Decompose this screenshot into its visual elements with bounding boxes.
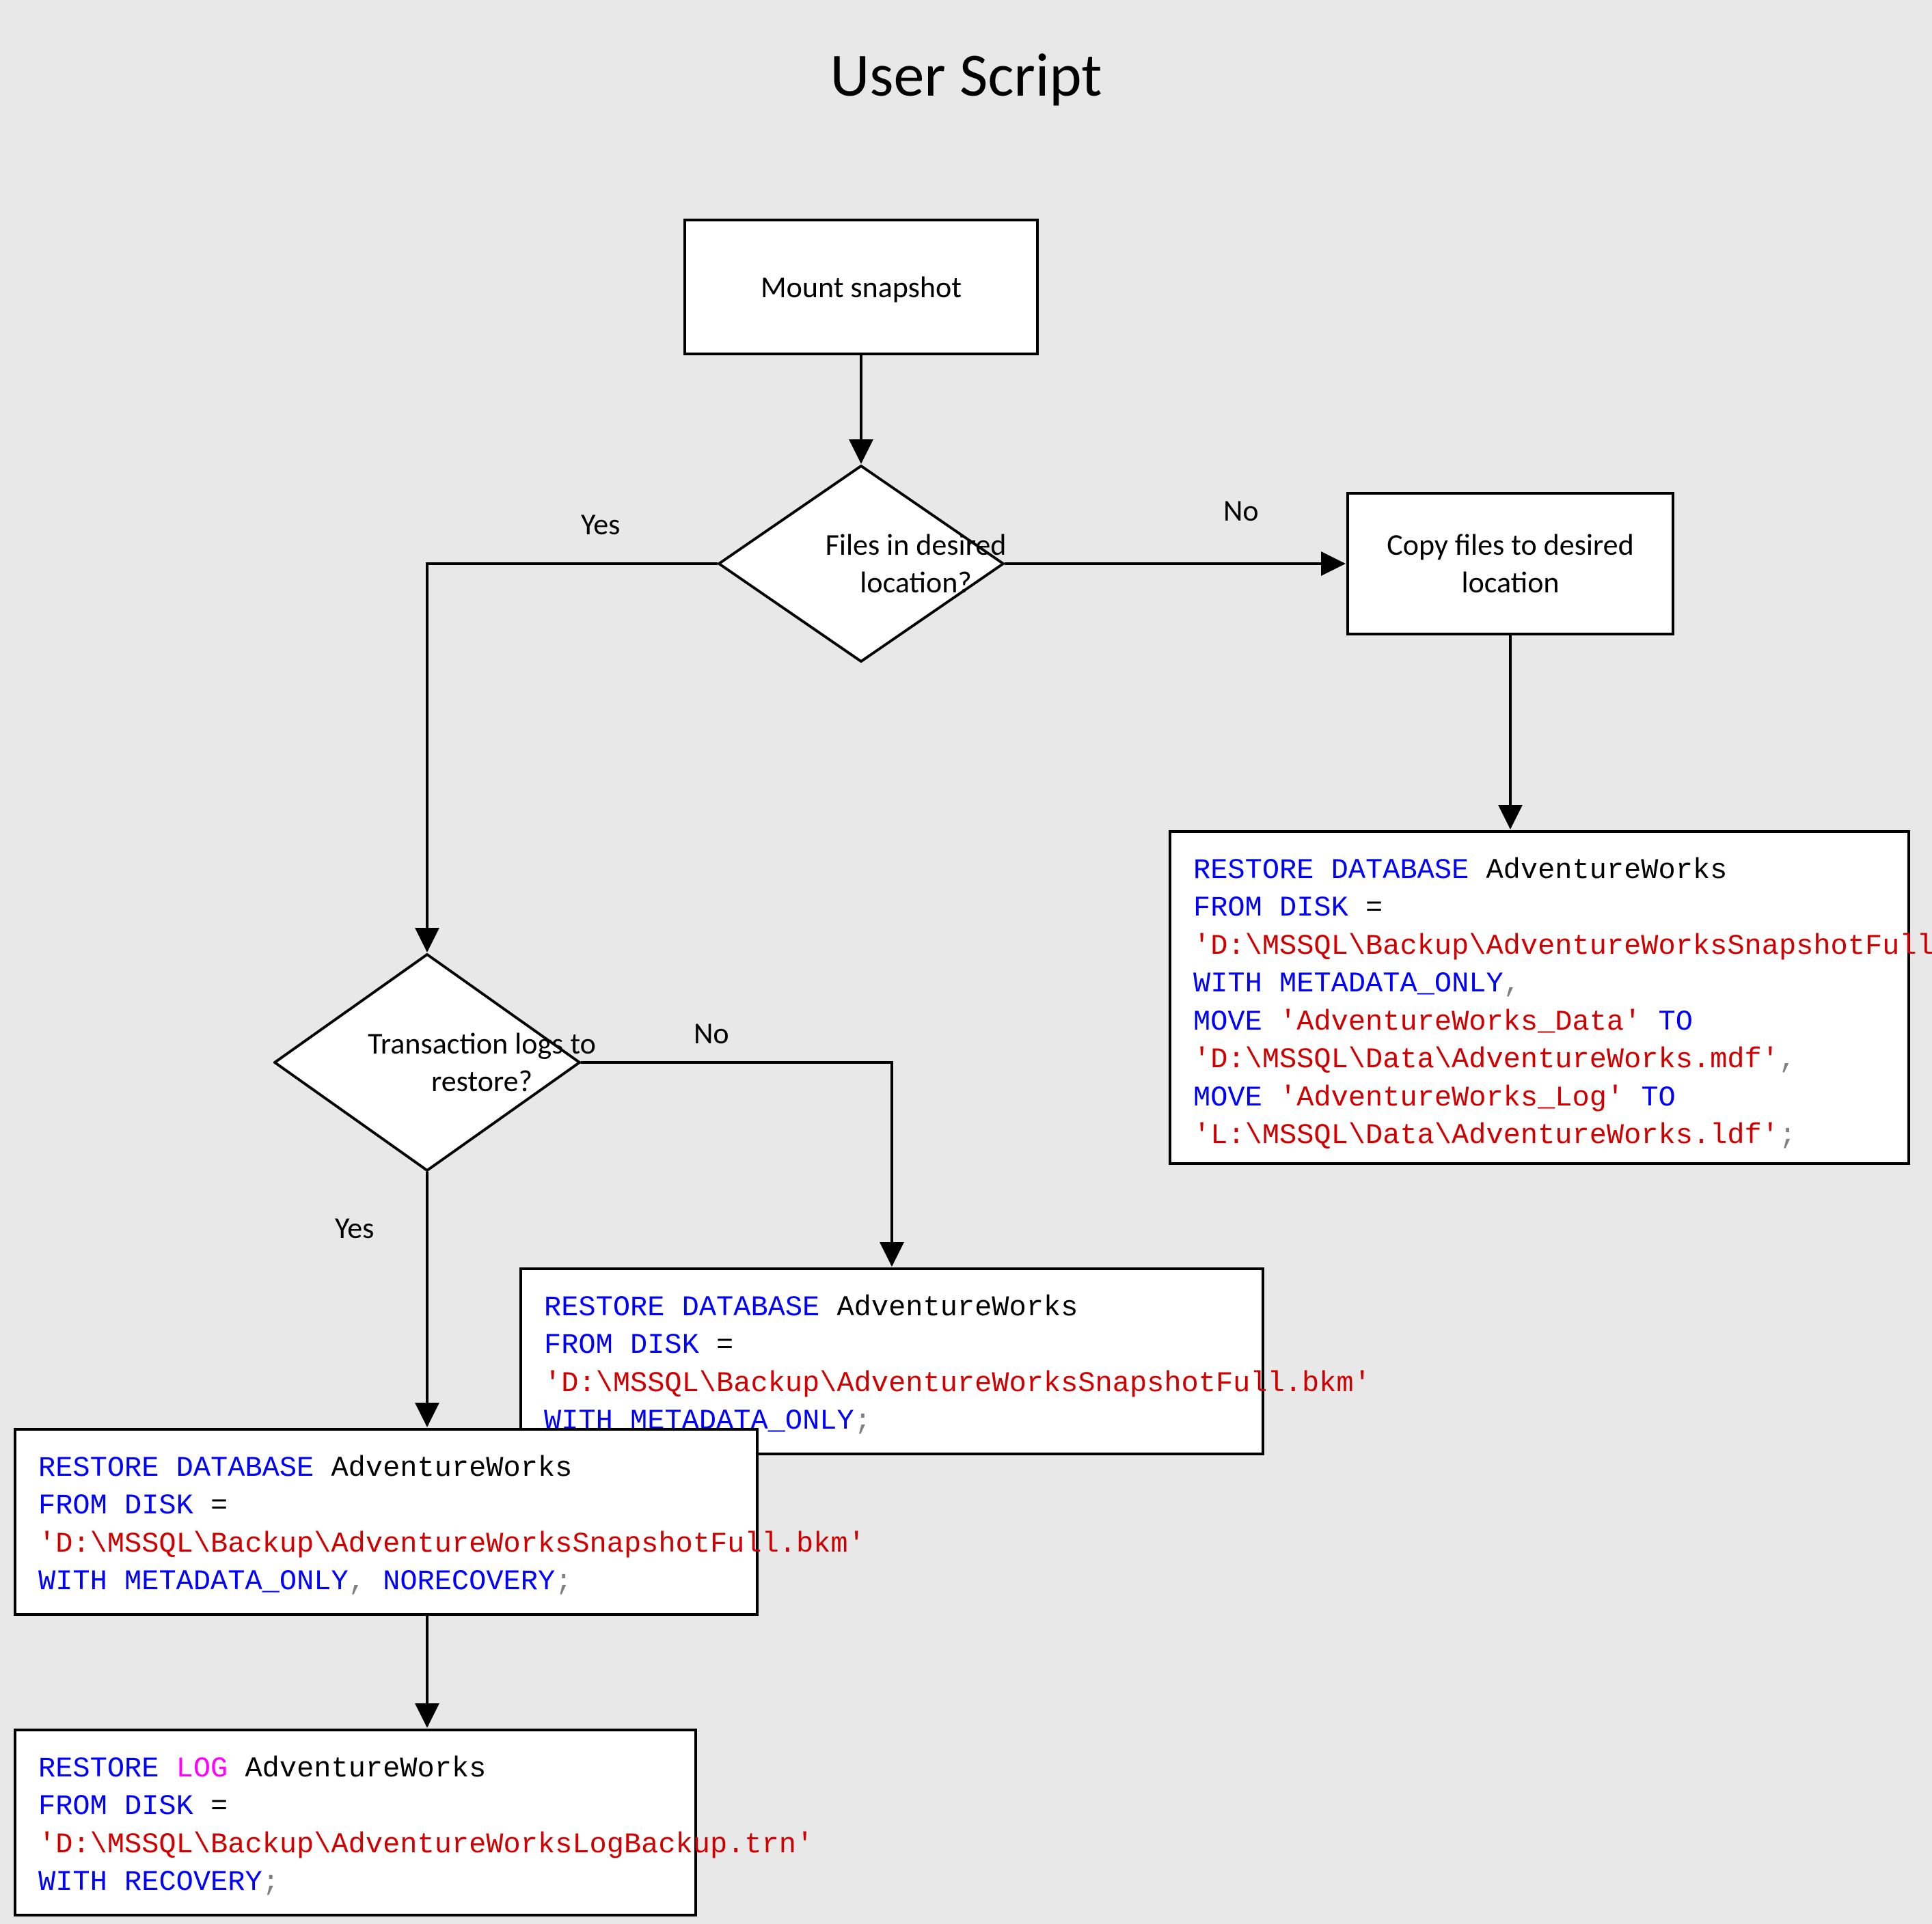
code-token: , bbox=[349, 1565, 366, 1598]
code-restore-metadata-only: RESTORE DATABASE AdventureWorks FROM DIS… bbox=[519, 1267, 1264, 1455]
code-token: ; bbox=[262, 1866, 280, 1899]
code-token: AdventureWorks bbox=[819, 1291, 1078, 1324]
edge-label-yes: Yes bbox=[581, 506, 620, 542]
code-token: 'D:\MSSQL\Backup\AdventureWorksSnapshotF… bbox=[38, 1528, 865, 1561]
code-token: ; bbox=[854, 1405, 871, 1438]
code-token: RESTORE DATABASE bbox=[544, 1291, 819, 1324]
code-token: = bbox=[193, 1790, 228, 1823]
code-token: 'AdventureWorks_Log' bbox=[1262, 1082, 1624, 1114]
code-token: WITH bbox=[1193, 967, 1262, 1000]
decision-txn-logs: Transaction logs to restore? bbox=[273, 953, 581, 1172]
code-token: METADATA_ONLY bbox=[107, 1565, 349, 1598]
code-token: 'D:\MSSQL\Backup\AdventureWorksLogBackup… bbox=[38, 1828, 813, 1861]
code-restore-log: RESTORE LOG AdventureWorks FROM DISK = '… bbox=[14, 1729, 697, 1916]
node-mount-snapshot: Mount snapshot bbox=[683, 219, 1039, 355]
code-token: METADATA_ONLY bbox=[1262, 967, 1504, 1000]
decision-files-in-location: Files in desired location? bbox=[718, 465, 1005, 663]
code-token: TO bbox=[1624, 1082, 1676, 1114]
code-token: AdventureWorks bbox=[1469, 854, 1727, 887]
node-label: Copy files to desired location bbox=[1363, 526, 1658, 601]
code-token: NORECOVERY bbox=[366, 1565, 555, 1598]
code-token: RESTORE DATABASE bbox=[38, 1452, 314, 1485]
code-token: ; bbox=[1779, 1119, 1796, 1152]
flowchart-canvas: User Script Mount snapshot Files in desi… bbox=[0, 0, 1932, 1924]
node-label: Mount snapshot bbox=[761, 269, 962, 306]
code-token: RESTORE bbox=[38, 1753, 159, 1785]
code-token: FROM DISK bbox=[38, 1489, 193, 1522]
code-token: 'D:\MSSQL\Backup\AdventureWorksSnapshotF… bbox=[544, 1367, 1371, 1400]
decision-label: Transaction logs to restore? bbox=[273, 1025, 690, 1100]
code-token: 'D:\MSSQL\Data\AdventureWorks.mdf' bbox=[1193, 1043, 1779, 1076]
code-token: WITH bbox=[38, 1866, 107, 1899]
code-token: FROM DISK bbox=[38, 1790, 193, 1823]
code-token: LOG bbox=[159, 1753, 228, 1785]
code-token: RECOVERY bbox=[107, 1866, 262, 1899]
code-token: , bbox=[1504, 967, 1521, 1000]
code-token: FROM DISK bbox=[1193, 892, 1348, 924]
code-token: 'D:\MSSQL\Backup\AdventureWorksSnapshotF… bbox=[1193, 930, 1932, 963]
decision-label: Files in desired location? bbox=[718, 526, 1114, 601]
edge-label-no: No bbox=[694, 1015, 729, 1052]
code-token: = bbox=[699, 1329, 733, 1362]
code-token: ; bbox=[555, 1565, 572, 1598]
code-token: AdventureWorks bbox=[314, 1452, 572, 1485]
code-token: MOVE bbox=[1193, 1082, 1262, 1114]
code-restore-norecovery: RESTORE DATABASE AdventureWorks FROM DIS… bbox=[14, 1428, 759, 1616]
code-token: TO bbox=[1641, 1006, 1693, 1039]
code-token: , bbox=[1779, 1043, 1796, 1076]
code-token: MOVE bbox=[1193, 1006, 1262, 1039]
code-token: FROM DISK bbox=[544, 1329, 699, 1362]
code-token: WITH bbox=[38, 1565, 107, 1598]
diagram-title: User Script bbox=[0, 38, 1932, 113]
node-copy-files: Copy files to desired location bbox=[1346, 492, 1674, 635]
code-token: AdventureWorks bbox=[228, 1753, 486, 1785]
code-token: 'L:\MSSQL\Data\AdventureWorks.ldf' bbox=[1193, 1119, 1779, 1152]
edge-label-yes: Yes bbox=[335, 1209, 374, 1246]
code-token: 'AdventureWorks_Data' bbox=[1262, 1006, 1642, 1039]
code-token: RESTORE DATABASE bbox=[1193, 854, 1469, 887]
code-token: = bbox=[1348, 892, 1383, 924]
edge-label-no: No bbox=[1223, 492, 1259, 529]
code-token: = bbox=[193, 1489, 228, 1522]
code-restore-move: RESTORE DATABASE AdventureWorks FROM DIS… bbox=[1169, 830, 1910, 1165]
